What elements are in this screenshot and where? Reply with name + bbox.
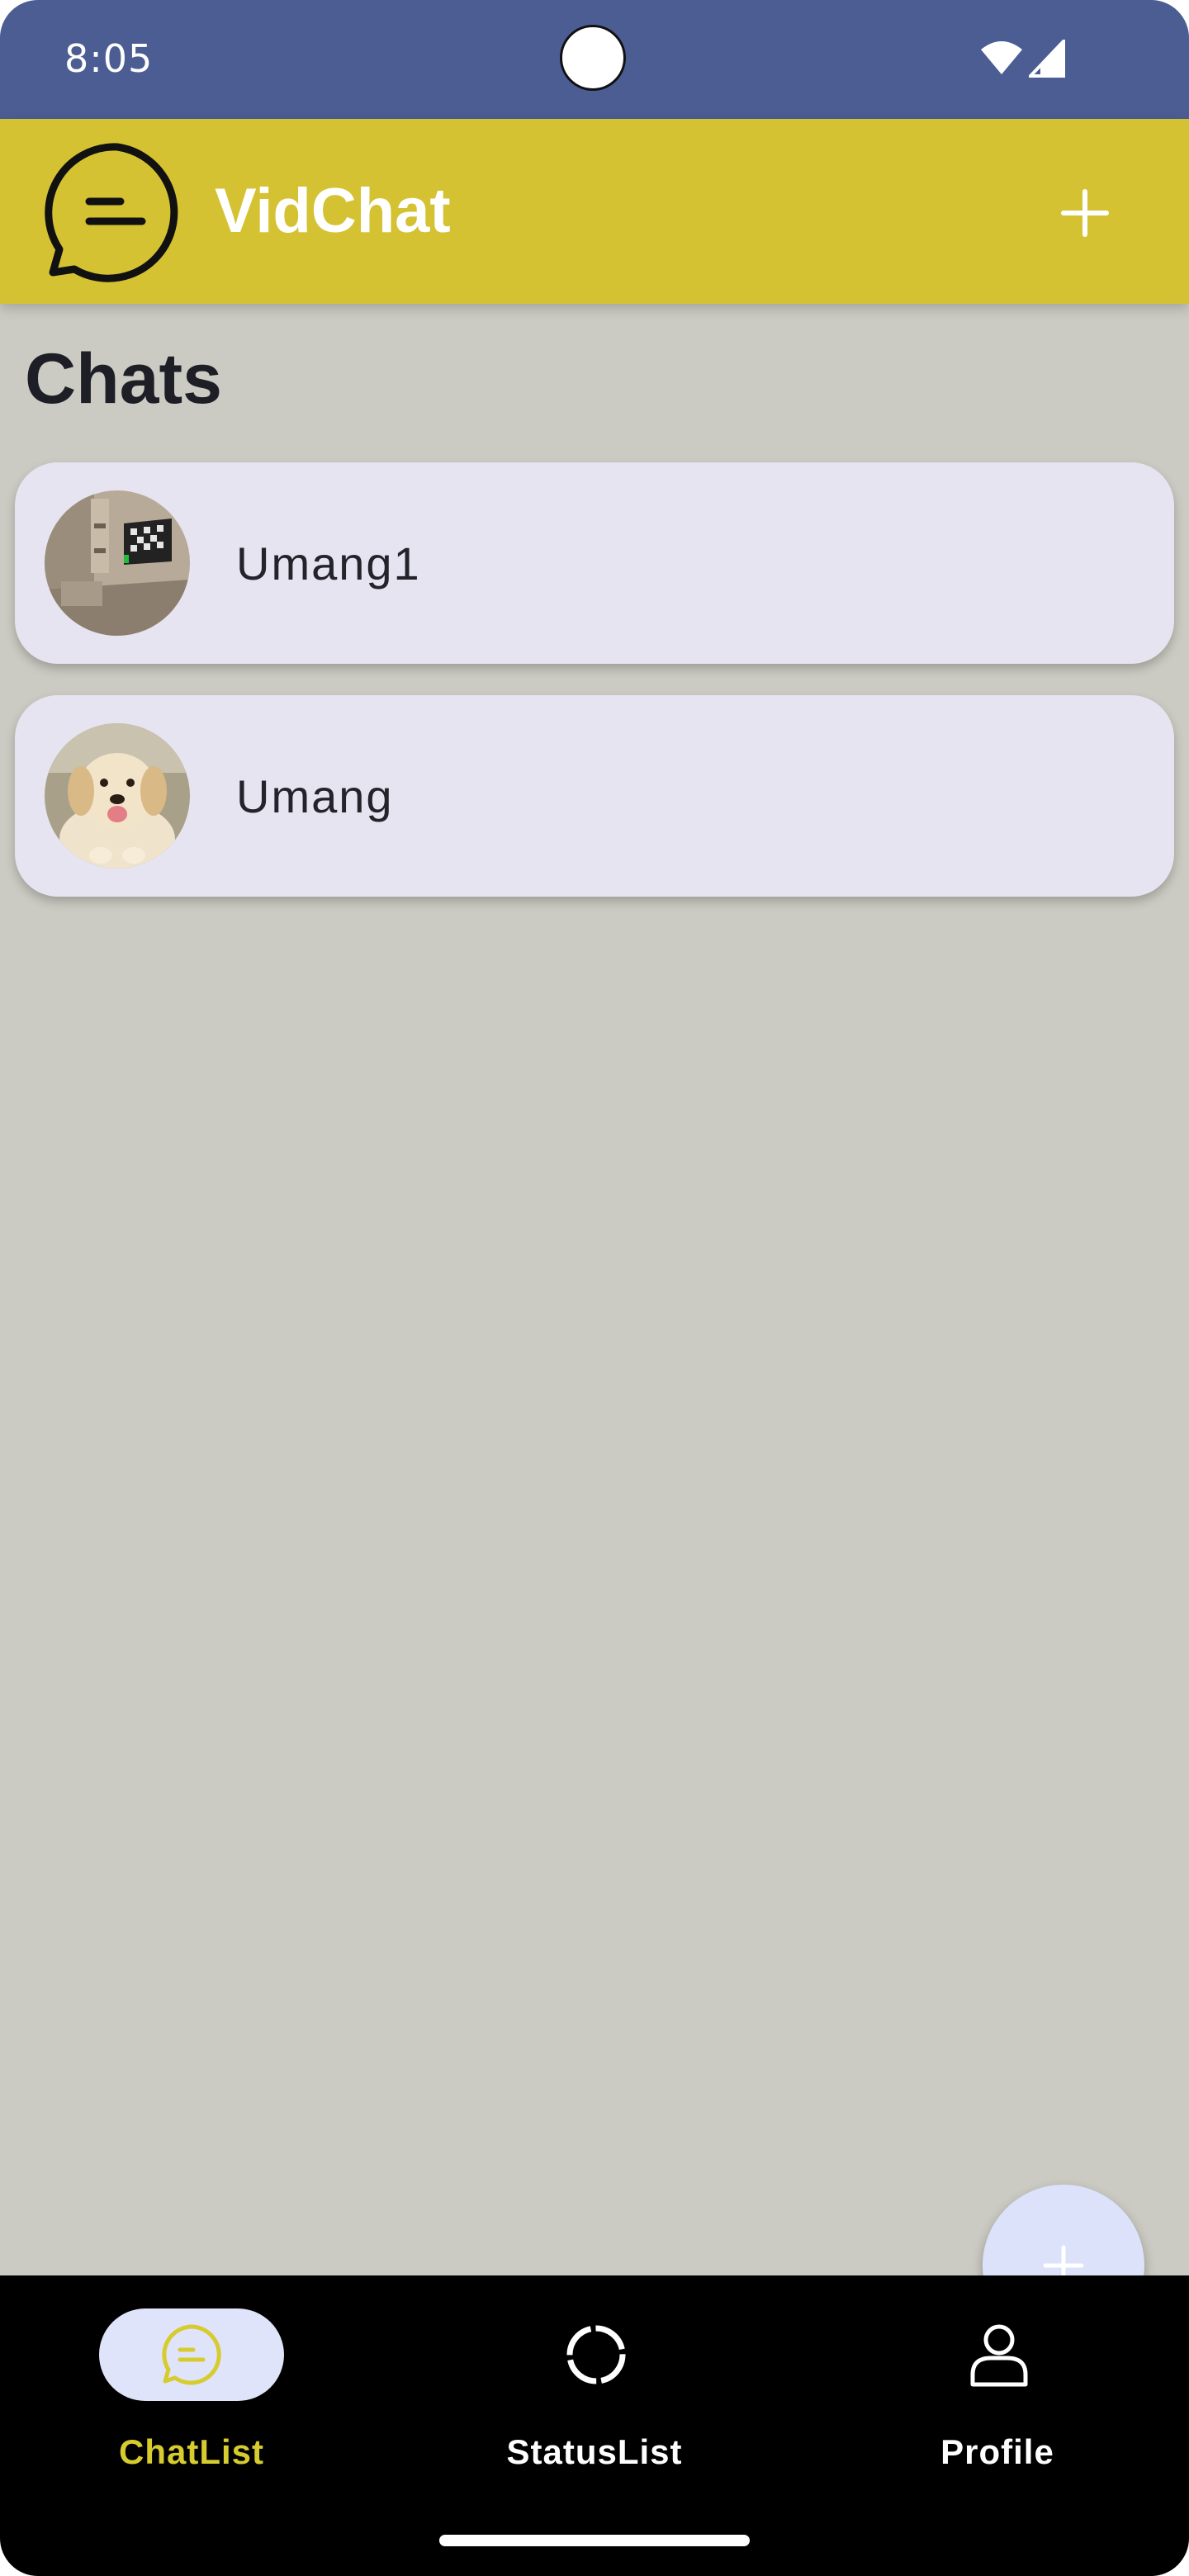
chat-bubble-icon	[162, 2324, 221, 2385]
chat-name: Umang	[236, 770, 394, 822]
app-bar: VidChat	[0, 119, 1189, 304]
page-title: Chats	[25, 339, 222, 419]
chat-list-item[interactable]: Umang1	[15, 462, 1174, 664]
bottom-nav: ChatList StatusList Profile	[0, 2275, 1189, 2576]
nav-item-chatlist[interactable]: ChatList	[66, 2308, 314, 2474]
room-photo-avatar	[45, 490, 190, 636]
person-icon	[970, 2324, 1028, 2387]
chat-name: Umang1	[236, 537, 421, 590]
puppy-photo-avatar	[45, 723, 190, 869]
signal-icon	[1029, 40, 1065, 78]
app-title: VidChat	[215, 176, 451, 246]
status-bar: 8:05	[0, 0, 1189, 119]
screen: 8:05 VidChat Chats Umang1 Umang ChatList…	[0, 0, 1189, 2576]
plus-icon[interactable]	[1060, 188, 1110, 238]
wifi-icon	[981, 41, 1022, 74]
chat-bubble-logo-icon	[45, 143, 178, 282]
status-ring-icon	[566, 2325, 626, 2384]
camera-cutout	[560, 25, 626, 91]
status-time: 8:05	[64, 36, 154, 81]
home-indicator[interactable]	[439, 2535, 750, 2546]
nav-label: Profile	[940, 2432, 1054, 2471]
nav-label: StatusList	[506, 2432, 683, 2471]
nav-item-statuslist[interactable]: StatusList	[471, 2308, 718, 2474]
nav-item-profile[interactable]: Profile	[874, 2308, 1121, 2474]
nav-label: ChatList	[119, 2432, 264, 2471]
chat-list-item[interactable]: Umang	[15, 695, 1174, 897]
